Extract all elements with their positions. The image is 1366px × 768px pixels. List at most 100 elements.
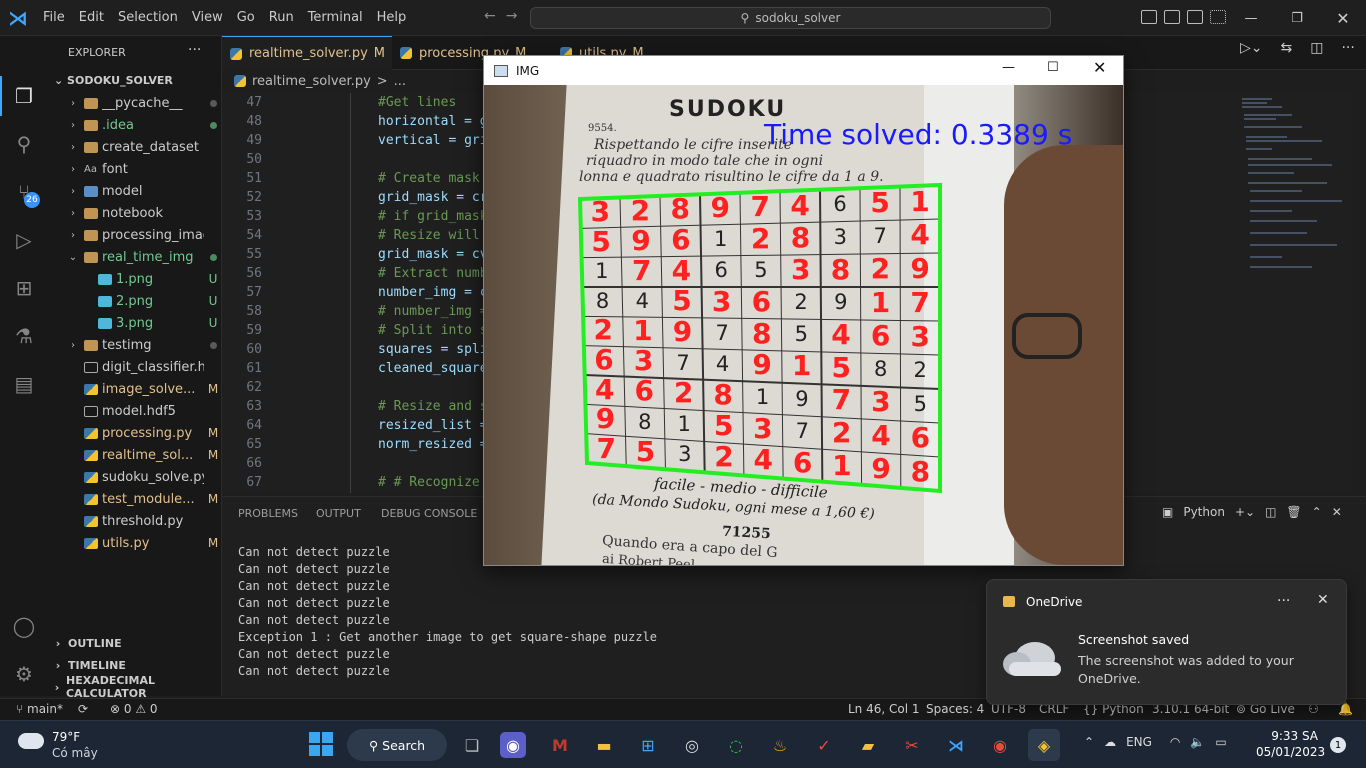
tree-item[interactable]: › testimg [48,334,222,356]
menu-go[interactable]: Go [230,0,262,36]
manage-gear-icon[interactable]: ⚙ [8,658,40,690]
restore-button[interactable]: ❐ [1274,0,1320,36]
tree-item[interactable]: 3.png U [48,312,222,334]
wifi-icon[interactable]: ◠ [1170,735,1180,749]
sync-icon[interactable]: ⟳ [78,702,88,716]
file-explorer-icon[interactable]: ▬ [588,729,620,761]
close-button[interactable]: ✕ [1320,0,1366,36]
tree-item[interactable]: threshold.py [48,510,222,532]
snipping-tool-icon[interactable]: ✂ [896,729,928,761]
tree-item[interactable]: processing.py M [48,422,222,444]
problems-indicator[interactable]: ⊗ 0 ⚠ 0 [110,702,158,716]
menu-view[interactable]: View [185,0,230,36]
tree-item[interactable]: sudoku_solve.py [48,466,222,488]
clock-time[interactable]: 9:33 SA [1266,729,1318,743]
editor-tab[interactable]: realtime_solver.py M [222,36,392,70]
breadcrumb-file[interactable]: realtime_solver.py [252,74,371,89]
menu-selection[interactable]: Selection [111,0,185,36]
toggle-panel-icon[interactable] [1164,10,1180,24]
menu-edit[interactable]: Edit [72,0,111,36]
teams-icon[interactable]: ◉ [500,732,526,758]
tree-item[interactable]: 2.png U [48,290,222,312]
toast-close-button[interactable]: ✕ [1317,592,1329,608]
tab-output[interactable]: OUTPUT [316,507,361,520]
sidebar-section[interactable]: › TIMELINE [48,654,222,676]
menu-help[interactable]: Help [370,0,414,36]
taskbar-search[interactable]: ⚲ Search [347,729,447,761]
tab-problems[interactable]: PROBLEMS [238,507,298,520]
circle-app-icon[interactable]: ◌ [720,729,752,761]
maximize-panel-icon[interactable]: ⌃ [1312,505,1322,519]
nav-arrows[interactable]: ←→ [484,8,527,24]
tree-item[interactable]: realtime_sol... M [48,444,222,466]
tab-debug-console[interactable]: DEBUG CONSOLE [381,507,477,520]
branch-indicator[interactable]: ⑂ main* [16,702,63,716]
tree-item[interactable]: › processing_image [48,224,222,246]
close-panel-icon[interactable]: ✕ [1332,505,1342,519]
split-terminal-icon[interactable]: ◫ [1265,505,1276,519]
remote-explorer-icon[interactable]: ▤ [8,368,40,400]
terminal-name[interactable]: Python [1183,505,1225,519]
img-maximize-button[interactable]: ☐ [1047,60,1059,75]
project-root[interactable]: ⌄ SODOKU_SOLVER [54,74,173,87]
sidebar-section[interactable]: › OUTLINE [48,632,222,654]
app-v-icon[interactable]: ✓ [808,729,840,761]
sidebar-section[interactable]: › HEXADECIMAL CALCULATOR [48,674,222,700]
toast-more-button[interactable]: ··· [1277,593,1290,609]
weather-temp[interactable]: 79°F [52,730,80,744]
tree-item[interactable]: 1.png U [48,268,222,290]
explorer-icon[interactable]: ❐ [8,80,40,112]
accounts-icon[interactable]: ◯ [8,610,40,642]
task-view-icon[interactable]: ❏ [456,729,488,761]
tree-item[interactable]: model.hdf5 [48,400,222,422]
battery-icon[interactable]: ▭ [1215,735,1226,749]
customize-layout-icon[interactable] [1210,10,1226,24]
tree-item[interactable]: › Aa font [48,158,222,180]
python-taskbar-icon[interactable]: ◈ [1028,729,1060,761]
cursor-position[interactable]: Ln 46, Col 1 [848,702,920,716]
github-icon[interactable]: ◎ [676,729,708,761]
img-window-titlebar[interactable]: IMG — ☐ ✕ [484,56,1123,85]
tree-item[interactable]: › create_dataset [48,136,222,158]
tree-item[interactable]: test_module... M [48,488,222,510]
trash-icon[interactable]: 🗑 [1286,505,1301,519]
folder-app-icon[interactable]: ▰ [852,729,884,761]
minimap[interactable] [1232,93,1352,493]
tree-item[interactable]: digit_classifier.h5 [48,356,222,378]
img-window[interactable]: IMG — ☐ ✕ SUDOKU 9554. Rispettando le ci… [483,55,1124,566]
toggle-secondary-sidebar-icon[interactable] [1187,10,1203,24]
git-app-icon[interactable]: ♨ [764,729,796,761]
img-minimize-button[interactable]: — [1002,60,1015,75]
compare-icon[interactable]: ⇆ [1281,40,1293,56]
volume-icon[interactable]: 🔈 [1190,735,1205,749]
menu-file[interactable]: File [36,0,72,36]
img-close-button[interactable]: ✕ [1093,58,1106,77]
start-icon[interactable] [309,732,333,756]
menu-run[interactable]: Run [262,0,301,36]
split-editor-icon[interactable]: ◫ [1310,40,1323,56]
more-actions-icon[interactable]: ··· [188,42,201,58]
chrome-icon[interactable]: ◉ [984,729,1016,761]
tree-item[interactable]: › notebook [48,202,222,224]
menu-terminal[interactable]: Terminal [301,0,370,36]
clock-date[interactable]: 05/01/2023 [1256,745,1325,759]
weather-desc[interactable]: Có mây [52,746,98,760]
mcafee-icon[interactable]: M [544,729,576,761]
language-indicator[interactable]: ENG [1126,735,1152,749]
more-icon[interactable]: ··· [1341,40,1354,56]
indentation[interactable]: Spaces: 4 [926,702,984,716]
minimize-button[interactable]: — [1228,0,1274,36]
new-terminal-icon[interactable]: +⌄ [1235,505,1255,519]
extensions-icon[interactable]: ⊞ [8,272,40,304]
vscode-taskbar-icon[interactable]: ⋊ [940,729,972,761]
search-icon[interactable]: ⚲ [8,128,40,160]
tree-item[interactable]: image_solve... M [48,378,222,400]
tree-item[interactable]: › .idea [48,114,222,136]
run-icon[interactable]: ▷⌄ [1240,40,1263,56]
onedrive-toast[interactable]: OneDrive ··· ✕ Screenshot saved The scre… [986,579,1347,705]
store-icon[interactable]: ⊞ [632,729,664,761]
command-center-search[interactable]: ⚲ sodoku_solver [530,7,1051,29]
tree-item[interactable]: ⌄ real_time_img [48,246,222,268]
toggle-sidebar-icon[interactable] [1141,10,1157,24]
tree-item[interactable]: › __pycache__ [48,92,222,114]
